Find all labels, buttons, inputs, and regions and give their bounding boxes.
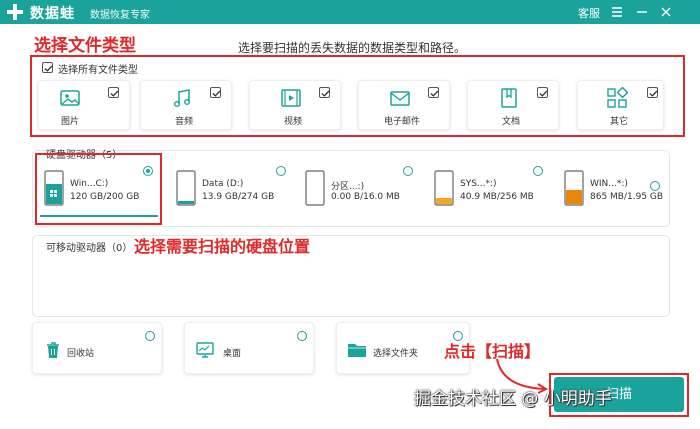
file-type-label: 音频 [174, 117, 193, 127]
file-type-checkbox[interactable] [647, 87, 658, 98]
picture-icon [60, 90, 80, 106]
drive-radio[interactable] [403, 166, 413, 176]
video-icon [281, 89, 301, 107]
logo-icon [7, 4, 23, 20]
watermark: 掘金技术社区 @ 小明助手 [414, 389, 612, 409]
app-name: 数据蛙 [30, 6, 75, 22]
shortcut-label: 回收站 [67, 349, 95, 359]
file-type-email[interactable]: 电子邮件 [358, 80, 450, 130]
drive-icon [176, 170, 196, 206]
drive-name: WIN...*:) [590, 179, 628, 189]
recycle-bin-icon [47, 342, 59, 358]
select-all-label: 选择所有文件类型 [58, 65, 138, 76]
select-all-checkbox[interactable] [42, 62, 53, 73]
minimize-icon[interactable] [634, 4, 650, 20]
file-type-checkbox[interactable] [319, 87, 330, 98]
email-icon [390, 91, 410, 106]
drive-size: 13.9 GB/274 GB [202, 192, 275, 202]
title-bar: 数据蛙 数据恢复专家 客服 [0, 0, 700, 24]
drive-size: 865 MB/1.95 GB [590, 192, 664, 202]
music-icon [174, 89, 190, 107]
drive-radio[interactable] [143, 166, 153, 176]
service-link[interactable]: 客服 [578, 5, 600, 21]
file-type-label: 电子邮件 [383, 117, 420, 127]
folder-icon [348, 344, 366, 357]
document-icon [501, 88, 517, 108]
close-icon[interactable] [658, 4, 674, 20]
file-type-checkbox[interactable] [210, 87, 221, 98]
drive-partition[interactable]: 分区...:) 0.00 B/16.0 MB [305, 165, 415, 217]
desktop-icon [196, 342, 214, 358]
file-type-checkbox[interactable] [537, 87, 548, 98]
file-type-label: 图片 [60, 117, 79, 127]
drive-name: 分区...:) [331, 182, 365, 192]
drive-name: Win...C:) [70, 179, 109, 189]
drive-icon [564, 170, 584, 206]
drive-annotation: 选择需要扫描的硬盘位置 [134, 237, 311, 256]
drive-c[interactable]: Win...C:) 120 GB/200 GB [44, 165, 156, 217]
drive-icon [434, 170, 454, 206]
drive-win[interactable]: WIN...*:) 865 MB/1.95 GB [564, 165, 664, 217]
drive-name: SYS...*:) [460, 179, 497, 189]
drive-sys[interactable]: SYS...*:) 40.9 MB/256 MB [434, 165, 544, 217]
shortcut-radio[interactable] [145, 331, 155, 341]
file-type-label: 其它 [609, 117, 628, 127]
shortcut-desktop[interactable]: 桌面 [184, 322, 314, 374]
selected-drive-underline [40, 215, 158, 217]
scan-hint: 选择要扫描的丢失数据的数据类型和路径。 [238, 41, 467, 55]
file-type-checkbox[interactable] [108, 87, 119, 98]
shortcut-recycle-bin[interactable]: 回收站 [32, 322, 162, 374]
drive-d[interactable]: Data (D:) 13.9 GB/274 GB [176, 165, 296, 217]
file-type-checkbox[interactable] [428, 87, 439, 98]
shortcut-label: 选择文件夹 [373, 349, 419, 359]
other-icon [607, 87, 628, 108]
drive-icon [305, 170, 325, 206]
file-type-annotation: 选择文件类型 [34, 36, 136, 56]
drive-size: 40.9 MB/256 MB [460, 192, 534, 202]
file-type-document[interactable]: 文档 [467, 80, 559, 130]
file-type-other[interactable]: 其它 [577, 80, 664, 130]
file-type-picture[interactable]: 图片 [38, 80, 130, 130]
file-type-label: 视频 [283, 117, 302, 127]
removable-drive-title: 可移动驱动器（0） [46, 243, 133, 254]
shortcut-label: 桌面 [223, 349, 242, 359]
drive-size: 120 GB/200 GB [70, 192, 140, 202]
file-type-video[interactable]: 视频 [249, 80, 341, 130]
menu-icon[interactable] [609, 4, 625, 20]
file-type-label: 文档 [501, 117, 520, 127]
drive-radio[interactable] [650, 181, 660, 191]
app-subtitle: 数据恢复专家 [90, 10, 150, 21]
drive-size: 0.00 B/16.0 MB [331, 192, 400, 202]
drive-radio[interactable] [533, 166, 543, 176]
drive-name: Data (D:) [202, 179, 244, 189]
shortcut-radio[interactable] [297, 331, 307, 341]
drive-radio[interactable] [276, 166, 286, 176]
windows-drive-icon [44, 170, 64, 206]
file-type-music[interactable]: 音频 [140, 80, 232, 130]
